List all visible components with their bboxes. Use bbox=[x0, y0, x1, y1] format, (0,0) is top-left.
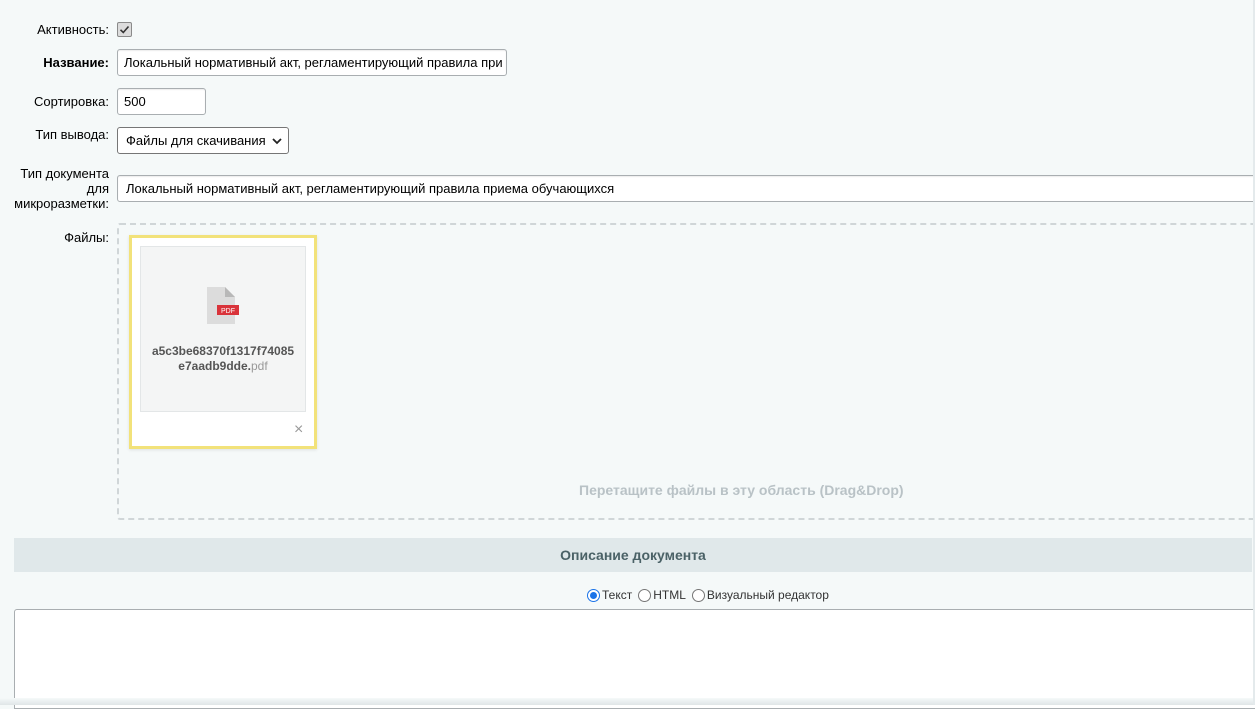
file-name-line2-row: e7aadb9dde.pdf bbox=[141, 359, 305, 374]
output-type-select[interactable]: Файлы для скачивания bbox=[117, 127, 289, 154]
mode-html-label: HTML bbox=[653, 588, 686, 602]
description-section-title: Описание документа bbox=[560, 547, 706, 563]
output-type-label: Тип вывода: bbox=[35, 127, 109, 142]
file-extension: pdf bbox=[251, 359, 268, 373]
pdf-badge-text: PDF bbox=[221, 308, 235, 315]
active-label: Активность: bbox=[37, 22, 109, 37]
file-preview: PDF a5c3be68370f1317f74085 e7aadb9dde.pd… bbox=[140, 246, 306, 412]
doc-type-label: Тип документа для микроразметки: bbox=[14, 166, 109, 211]
file-name-line2: e7aadb9dde. bbox=[178, 359, 251, 373]
output-type-value: Файлы для скачивания bbox=[126, 133, 266, 148]
file-card[interactable]: PDF a5c3be68370f1317f74085 e7aadb9dde.pd… bbox=[129, 235, 317, 449]
mode-html-option[interactable]: HTML bbox=[638, 588, 686, 602]
mode-text-label: Текст bbox=[602, 588, 633, 602]
files-label: Файлы: bbox=[64, 230, 109, 245]
file-name: a5c3be68370f1317f74085 e7aadb9dde.pdf bbox=[141, 344, 305, 374]
doc-type-input[interactable]: Локальный нормативный акт, регламентирую… bbox=[117, 175, 1255, 202]
sort-label: Сортировка: bbox=[34, 94, 109, 109]
doc-type-label-line3: микроразметки: bbox=[14, 196, 109, 211]
bottom-shadow bbox=[0, 698, 1255, 705]
name-label: Название: bbox=[43, 55, 109, 70]
doc-type-label-line1: Тип документа bbox=[20, 166, 109, 181]
editor-mode-switch: Текст HTML Визуальный редактор bbox=[587, 588, 835, 602]
mode-text-option[interactable]: Текст bbox=[587, 588, 632, 602]
description-section-header: Описание документа bbox=[14, 538, 1252, 572]
doc-type-label-line2: для bbox=[86, 181, 109, 196]
active-checkbox[interactable] bbox=[117, 22, 132, 37]
pdf-file-icon: PDF bbox=[207, 287, 239, 324]
description-textarea[interactable] bbox=[14, 609, 1255, 709]
checkmark-icon bbox=[119, 25, 130, 34]
remove-file-icon[interactable]: × bbox=[294, 422, 303, 438]
mode-html-radio[interactable] bbox=[638, 588, 652, 602]
mode-visual-option[interactable]: Визуальный редактор bbox=[691, 588, 829, 602]
name-input[interactable]: Локальный нормативный акт, регламентирую… bbox=[117, 49, 507, 76]
mode-visual-radio[interactable] bbox=[691, 588, 705, 602]
sort-input[interactable]: 500 bbox=[117, 88, 206, 115]
mode-visual-label: Визуальный редактор bbox=[706, 588, 829, 602]
chevron-down-icon bbox=[272, 138, 282, 145]
mode-text-radio[interactable] bbox=[587, 588, 600, 602]
dropzone-hint: Перетащите файлы в эту область (Drag&Dro… bbox=[579, 482, 904, 498]
file-name-line1: a5c3be68370f1317f74085 bbox=[151, 344, 295, 358]
